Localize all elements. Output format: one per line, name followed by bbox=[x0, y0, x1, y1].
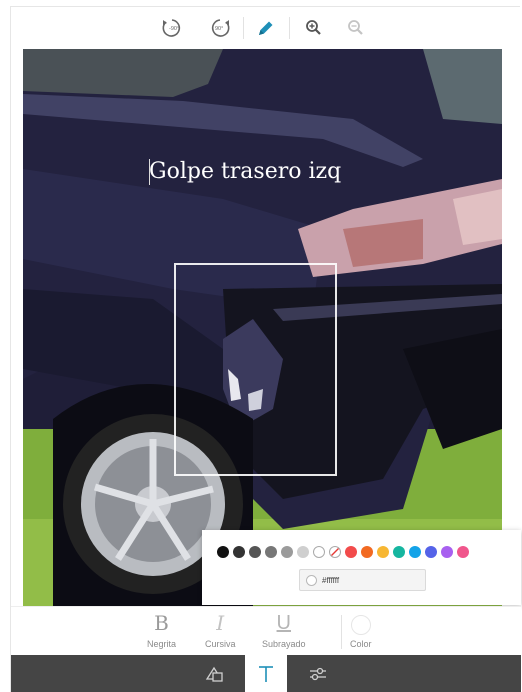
color-swatch-dark-gray[interactable] bbox=[233, 546, 245, 558]
top-toolbar: -90° 90° bbox=[11, 7, 521, 49]
bottom-tab-bar bbox=[11, 655, 521, 692]
color-swatch-white[interactable] bbox=[313, 546, 325, 558]
italic-button[interactable]: I Cursiva bbox=[205, 611, 236, 649]
tab-adjust[interactable] bbox=[297, 655, 339, 692]
rotate-left-icon: -90° bbox=[162, 19, 181, 37]
color-picker-popup: #ffffff bbox=[202, 530, 521, 605]
damage-highlight-rectangle[interactable] bbox=[174, 263, 337, 476]
no-color-icon bbox=[330, 547, 340, 557]
italic-icon: I bbox=[216, 611, 225, 635]
color-swatch-red[interactable] bbox=[345, 546, 357, 558]
bold-button[interactable]: B Negrita bbox=[147, 611, 176, 649]
text-icon bbox=[259, 666, 273, 682]
color-swatch-gray-1[interactable] bbox=[249, 546, 261, 558]
color-preview-dot bbox=[350, 615, 371, 635]
image-editor: -90° 90° Golpe trasero izq #ffffff B Neg… bbox=[10, 6, 521, 692]
color-swatch-black[interactable] bbox=[217, 546, 229, 558]
color-swatch-yellow[interactable] bbox=[377, 546, 389, 558]
photo-canvas[interactable]: Golpe trasero izq bbox=[23, 49, 502, 606]
zoom-in-icon bbox=[306, 20, 321, 35]
text-annotation[interactable]: Golpe trasero izq bbox=[149, 159, 341, 184]
color-label: Color bbox=[350, 639, 372, 649]
color-swatch-teal[interactable] bbox=[393, 546, 405, 558]
text-format-bar: B Negrita I Cursiva U Subrayado Color bbox=[11, 606, 521, 654]
color-swatch-gray-2[interactable] bbox=[265, 546, 277, 558]
color-swatch-none[interactable] bbox=[329, 546, 341, 558]
underline-icon: U bbox=[276, 612, 291, 634]
shapes-icon bbox=[205, 666, 223, 682]
adjust-icon bbox=[310, 667, 326, 681]
rotate-left-label: -90° bbox=[169, 26, 179, 32]
toolbar-divider bbox=[289, 17, 290, 39]
underline-button[interactable]: U Subrayado bbox=[262, 611, 306, 649]
toolbar-divider bbox=[243, 17, 244, 39]
color-button[interactable]: Color bbox=[350, 611, 372, 649]
rotate-right-label: 90° bbox=[215, 26, 223, 32]
color-swatch-gray-3[interactable] bbox=[281, 546, 293, 558]
pencil-icon bbox=[259, 21, 273, 35]
color-swatches bbox=[217, 546, 469, 558]
color-swatch-pink[interactable] bbox=[457, 546, 469, 558]
color-swatch-indigo[interactable] bbox=[425, 546, 437, 558]
draw-button[interactable] bbox=[251, 13, 281, 43]
underline-label: Subrayado bbox=[262, 639, 306, 649]
zoom-in-button[interactable] bbox=[299, 13, 329, 43]
bold-icon: B bbox=[154, 611, 169, 635]
color-swatch-light-gray[interactable] bbox=[297, 546, 309, 558]
italic-label: Cursiva bbox=[205, 639, 236, 649]
current-color-dot bbox=[306, 574, 317, 586]
bold-label: Negrita bbox=[147, 639, 177, 649]
color-swatch-purple[interactable] bbox=[441, 546, 453, 558]
color-swatch-blue[interactable] bbox=[409, 546, 421, 558]
rotate-right-button[interactable]: 90° bbox=[205, 13, 235, 43]
rotate-right-icon: 90° bbox=[211, 19, 230, 37]
zoom-out-button[interactable] bbox=[341, 13, 371, 43]
hex-color-input[interactable]: #ffffff bbox=[299, 569, 426, 591]
tab-shapes[interactable] bbox=[193, 655, 235, 692]
hex-color-value: #ffffff bbox=[322, 575, 340, 585]
format-divider bbox=[341, 615, 342, 649]
tab-text[interactable] bbox=[245, 655, 287, 692]
rotate-left-button[interactable]: -90° bbox=[157, 13, 187, 43]
zoom-out-icon bbox=[348, 20, 363, 35]
color-swatch-orange[interactable] bbox=[361, 546, 373, 558]
